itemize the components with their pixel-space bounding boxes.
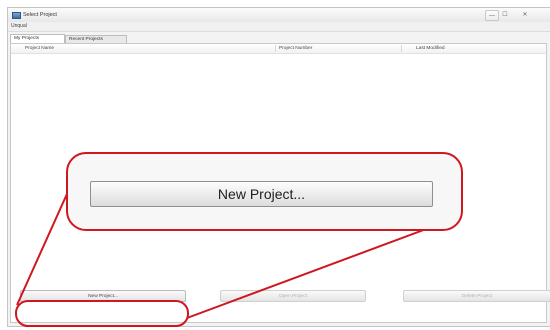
table-header: Project Name Project Number Last Modifie… xyxy=(11,44,546,54)
tab-recent-projects[interactable]: Recent Projects xyxy=(65,35,127,43)
delete-project-button[interactable]: Delete Project xyxy=(403,290,550,302)
menu-bar: Unqual xyxy=(8,22,550,32)
magnified-new-project-button: New Project... xyxy=(90,181,433,207)
tab-my-projects[interactable]: My Projects xyxy=(10,34,65,43)
open-project-button[interactable]: Open Project xyxy=(220,290,366,302)
column-project-number[interactable]: Project Number xyxy=(279,46,312,51)
minimize-button[interactable]: — xyxy=(485,10,499,21)
app-icon xyxy=(12,12,21,19)
column-divider[interactable] xyxy=(401,45,402,52)
maximize-button[interactable]: ☐ xyxy=(499,10,511,19)
column-divider[interactable] xyxy=(275,45,276,52)
magnified-callout: New Project... xyxy=(66,152,463,231)
menu-item-unqual[interactable]: Unqual xyxy=(11,23,27,29)
highlight-ring xyxy=(15,300,189,327)
close-button[interactable]: ✕ xyxy=(518,10,532,19)
column-last-modified[interactable]: Last Modified xyxy=(416,46,445,51)
title-bar[interactable]: Select Project — ☐ ✕ xyxy=(8,8,550,22)
window-title: Select Project xyxy=(23,12,57,18)
column-project-name[interactable]: Project Name xyxy=(25,46,54,51)
